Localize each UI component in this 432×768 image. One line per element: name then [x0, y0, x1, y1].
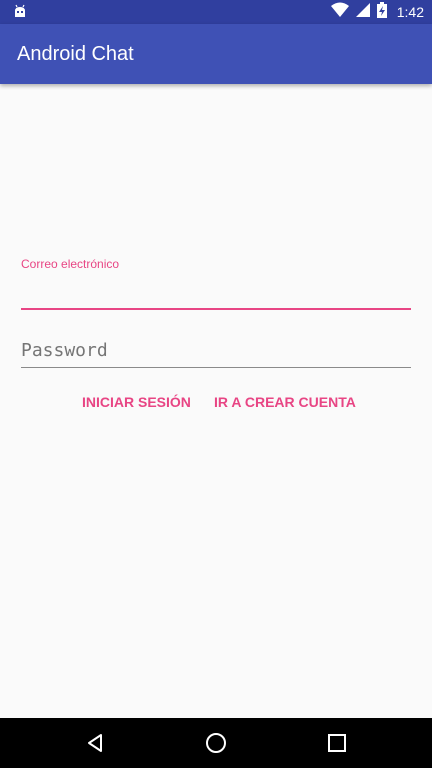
login-button[interactable]: INICIAR SESIÓN	[82, 384, 191, 420]
email-field-group: Correo electrónico	[21, 256, 411, 310]
password-input[interactable]	[21, 334, 411, 368]
home-icon[interactable]	[204, 731, 228, 755]
wifi-icon	[330, 2, 349, 23]
android-notification-icon	[12, 4, 28, 20]
recents-icon[interactable]	[325, 731, 349, 755]
app-bar: Android Chat	[0, 24, 432, 84]
back-icon[interactable]	[83, 731, 107, 755]
action-buttons: INICIAR SESIÓN IR A CREAR CUENTA	[0, 384, 432, 420]
status-bar: 1:42	[0, 0, 432, 24]
password-field-group	[21, 334, 411, 368]
email-input[interactable]	[21, 272, 411, 310]
battery-charging-icon	[376, 1, 387, 23]
create-account-button[interactable]: IR A CREAR CUENTA	[214, 384, 356, 420]
navigation-bar	[0, 718, 432, 768]
app-title: Android Chat	[17, 43, 134, 65]
email-label: Correo electrónico	[21, 257, 120, 271]
signal-icon	[355, 2, 371, 23]
status-time: 1:42	[396, 4, 424, 20]
